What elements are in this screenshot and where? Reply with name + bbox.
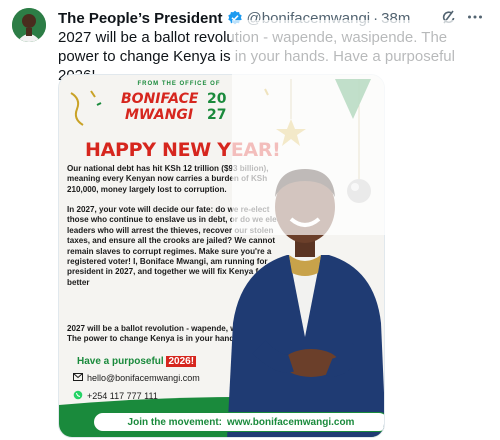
- movement-label: Join the movement:: [127, 416, 223, 428]
- poster-logo: BONIFACE MWANGI 20 27: [115, 89, 245, 125]
- more-icon[interactable]: [466, 8, 484, 30]
- tweet-media-image[interactable]: FROM THE OFFICE OF BONIFACE MWANGI 20 27…: [58, 74, 385, 438]
- logo-last-name: MWANGI: [125, 107, 194, 123]
- greeting-prefix: Have a purposeful: [77, 356, 167, 367]
- whatsapp-icon: [73, 390, 83, 402]
- tweet-actions: [440, 8, 484, 30]
- grok-icon[interactable]: [440, 8, 458, 30]
- email-text: hello@bonifacemwangi.com: [87, 373, 200, 383]
- separator-dot: ·: [373, 9, 379, 27]
- avatar-image: [12, 8, 46, 42]
- movement-url: www.bonifacemwangi.com: [227, 416, 355, 428]
- poster-phone: +254 117 777 111: [73, 390, 158, 402]
- poster-movement-banner: Join the movement: www.bonifacemwangi.co…: [93, 412, 384, 432]
- tweet-header: The People’s President @bonifacemwangi ·…: [58, 8, 492, 28]
- greeting-year: 2026!: [166, 356, 197, 367]
- candidate-portrait: [227, 169, 384, 437]
- poster-email: hello@bonifacemwangi.com: [73, 373, 200, 383]
- phone-text: +254 117 777 111: [87, 391, 158, 401]
- verified-badge-icon: [227, 10, 243, 26]
- poster-greeting: Have a purposeful 2026!: [77, 356, 197, 367]
- author-name[interactable]: The People’s President: [58, 10, 223, 27]
- poster-office-tag: FROM THE OFFICE OF: [137, 81, 221, 87]
- logo-first-name: BONIFACE: [121, 91, 199, 107]
- confetti-decoration: [70, 90, 102, 126]
- mail-icon: [73, 373, 83, 383]
- author-avatar[interactable]: [12, 8, 46, 42]
- author-handle[interactable]: @bonifacemwangi: [247, 10, 371, 27]
- logo-year-bottom: 27: [207, 107, 227, 123]
- tweet-timestamp[interactable]: 38m: [381, 10, 410, 27]
- logo-year-top: 20: [207, 91, 227, 107]
